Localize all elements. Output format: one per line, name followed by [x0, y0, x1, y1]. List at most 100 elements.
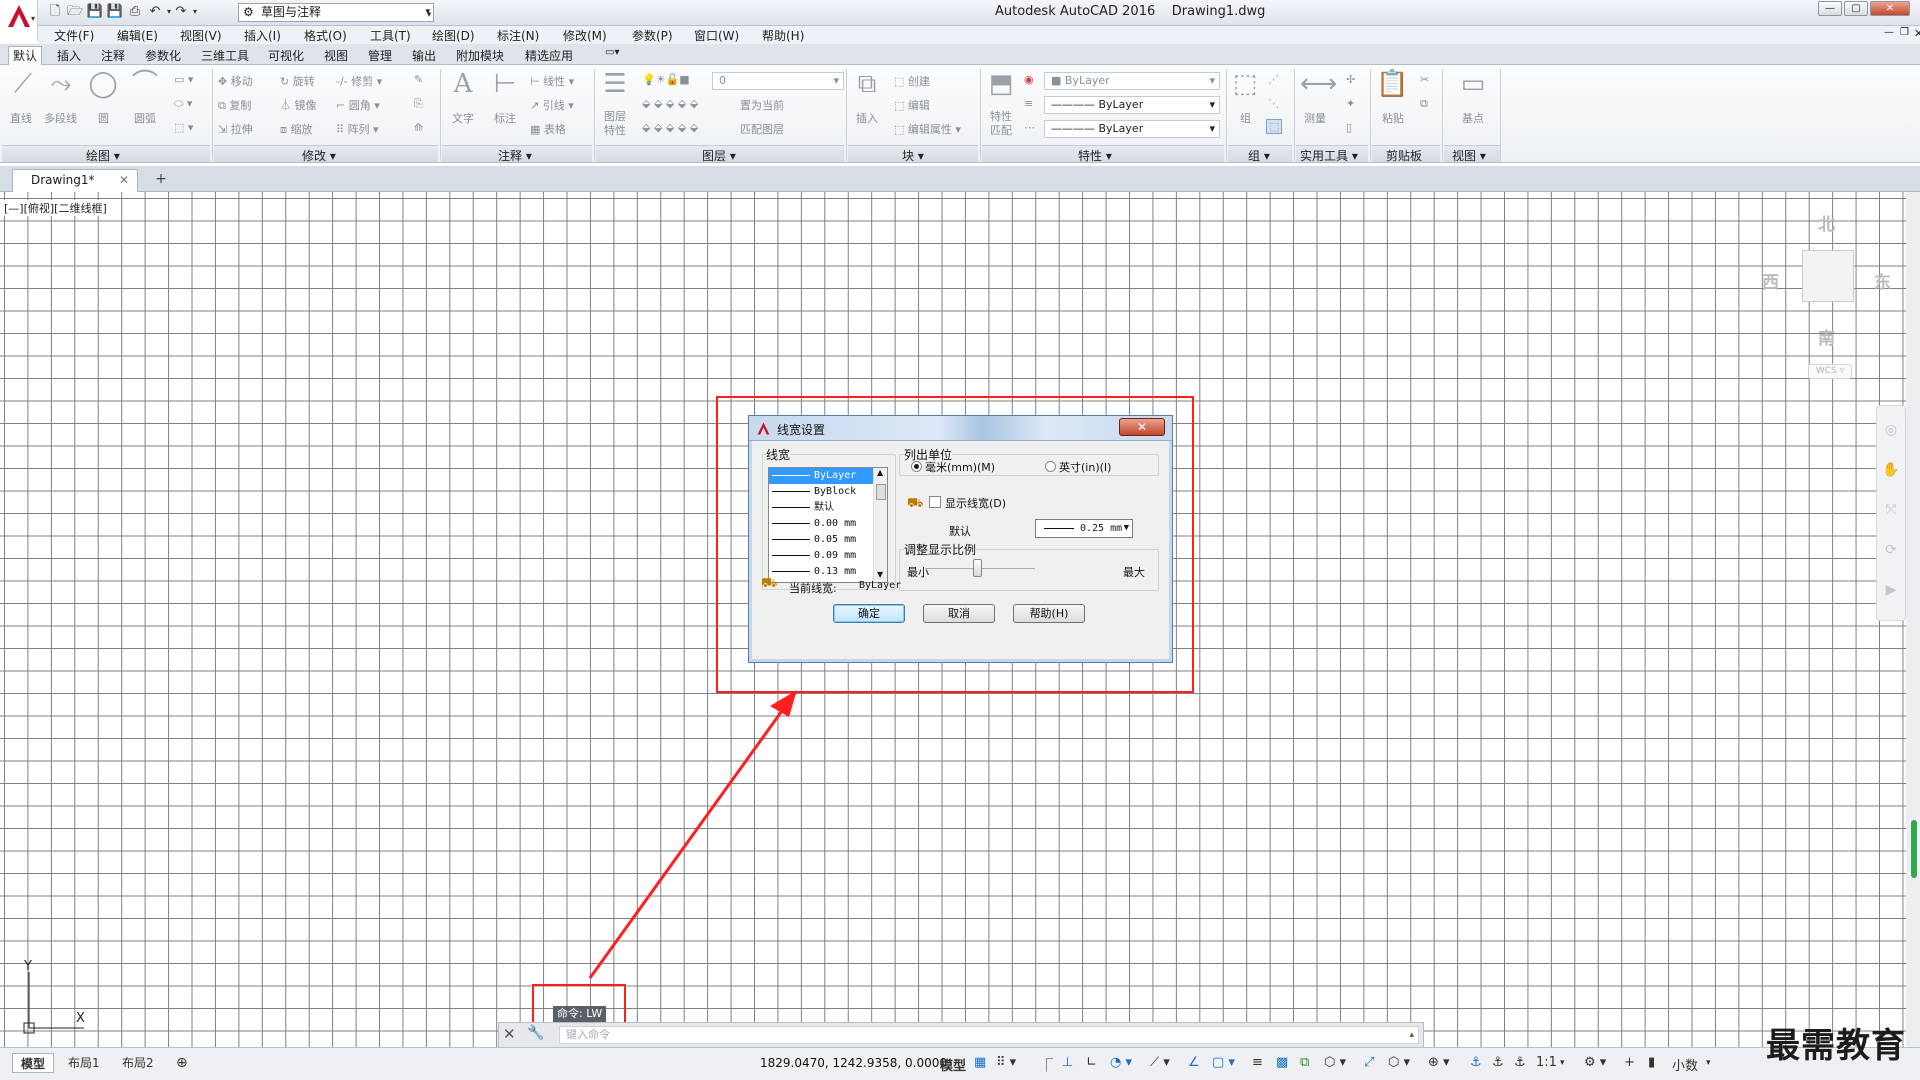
command-input[interactable]: 键入命令 ▴: [559, 1026, 1419, 1044]
cut-icon[interactable]: ✂: [1420, 73, 1429, 86]
menu-edit[interactable]: 编辑(E): [117, 27, 158, 44]
tab-parametric[interactable]: 参数化: [145, 47, 181, 64]
panel-clipboard[interactable]: 剪贴板: [1386, 147, 1422, 164]
pan-icon[interactable]: ✋: [1882, 462, 1900, 480]
rectangle-icon[interactable]: ▭ ▾: [174, 73, 193, 86]
panel-draw[interactable]: 绘图 ▾: [86, 147, 120, 164]
chevron-down-icon[interactable]: ▾: [1706, 1058, 1711, 1068]
measure-icon[interactable]: ⟷: [1300, 69, 1337, 99]
selection-cycling-icon[interactable]: ⧉: [1300, 1055, 1309, 1070]
tab-layout2[interactable]: 布局2: [114, 1053, 162, 1073]
menu-view[interactable]: 视图(V): [180, 27, 222, 44]
layer-state-icons[interactable]: 💡☀🔓■: [642, 73, 690, 86]
base-point-label[interactable]: 基点: [1462, 110, 1484, 126]
doc-close-icon[interactable]: ✕: [1914, 27, 1920, 40]
measure-tool-label[interactable]: 测量: [1304, 110, 1326, 126]
tab-visualize[interactable]: 可视化: [268, 47, 304, 64]
edit-block-tool[interactable]: ⬚ 编辑: [894, 97, 930, 113]
zoom-extents-icon[interactable]: ⤧: [1882, 502, 1900, 520]
polar-icon[interactable]: ◔ ▾: [1110, 1055, 1132, 1070]
new-file-icon[interactable]: 🗋: [46, 3, 64, 21]
group-select-icon[interactable]: ⬚: [1266, 119, 1283, 134]
linetype-dropdown[interactable]: ———— ByLayer ▾: [1044, 120, 1220, 138]
minimize-button[interactable]: —: [1818, 1, 1842, 16]
vertical-scrollbar[interactable]: [1906, 192, 1920, 1047]
menu-tools[interactable]: 工具(T): [370, 27, 411, 44]
dynamic-input-icon[interactable]: ⊥: [1062, 1055, 1073, 1070]
lineweight-dropdown[interactable]: ———— ByLayer ▾: [1044, 96, 1220, 114]
units-value[interactable]: 小数: [1672, 1055, 1698, 1074]
close-icon[interactable]: ✕: [503, 1025, 516, 1043]
panel-utilities[interactable]: 实用工具 ▾: [1300, 147, 1358, 164]
transparency-icon[interactable]: ▩: [1276, 1055, 1288, 1070]
edit-attributes-tool[interactable]: ⬚ 编辑属性 ▾: [894, 121, 961, 137]
dimension-tool-label[interactable]: 标注: [494, 110, 516, 126]
viewcube-north[interactable]: 北: [1818, 210, 1835, 235]
tab-layout1[interactable]: 布局1: [60, 1053, 108, 1073]
stretch-tool[interactable]: ⇲ 拉伸: [218, 121, 253, 137]
menu-window[interactable]: 窗口(W): [694, 27, 739, 44]
circle-icon[interactable]: ◯: [88, 69, 118, 99]
menu-draw[interactable]: 绘图(D): [432, 27, 475, 44]
new-tab-icon[interactable]: +: [152, 171, 170, 189]
wcs-menu[interactable]: WCS ▿: [1808, 364, 1852, 379]
arc-icon[interactable]: ⌒: [130, 69, 160, 99]
hatch-icon[interactable]: ⬭ ▾: [174, 97, 192, 111]
save-icon[interactable]: 💾: [86, 3, 104, 21]
infer-icon[interactable]: ⎾: [1040, 1055, 1053, 1074]
offset-icon[interactable]: ⟰: [414, 121, 423, 134]
panel-annotation[interactable]: 注释 ▾: [498, 147, 532, 164]
linear-tool[interactable]: ⊢ 线性 ▾: [530, 73, 574, 89]
maximize-button[interactable]: ▢: [1844, 1, 1868, 16]
panel-block[interactable]: 块 ▾: [902, 147, 924, 164]
3d-osnap-icon[interactable]: ⬡ ▾: [1324, 1055, 1346, 1070]
color-dropdown[interactable]: ■ ByLayer ▾: [1044, 72, 1220, 90]
viewcube-west[interactable]: 西: [1762, 268, 1779, 293]
viewcube-south[interactable]: 南: [1818, 324, 1835, 349]
panel-modify[interactable]: 修改 ▾: [302, 147, 336, 164]
group-edit-icon[interactable]: ⋱: [1268, 97, 1279, 110]
scroll-thumb[interactable]: [1911, 820, 1917, 878]
close-icon[interactable]: ✕: [119, 170, 129, 190]
match-properties-label[interactable]: 特性匹配: [990, 110, 1016, 138]
wrench-icon[interactable]: 🔧: [527, 1025, 544, 1041]
array-tool[interactable]: ⠿ 阵列 ▾: [336, 121, 379, 137]
annotation-monitor-icon[interactable]: +: [1624, 1055, 1635, 1070]
fillet-tool[interactable]: ⌐ 圆角 ▾: [336, 97, 380, 113]
insert-block-label[interactable]: 插入: [856, 110, 878, 126]
panel-groups[interactable]: 组 ▾: [1248, 147, 1270, 164]
mirror-tool[interactable]: ⏃ 镜像: [280, 97, 317, 113]
gizmo-icon[interactable]: ⊕ ▾: [1428, 1055, 1450, 1070]
paste-tool-label[interactable]: 粘贴: [1382, 110, 1404, 126]
layer-tools-row-icons[interactable]: ⬙ ⬙ ⬙ ⬙ ⬙: [642, 97, 698, 110]
annotation-scale-icon[interactable]: ⚓: [1514, 1055, 1526, 1070]
linetype-icon[interactable]: ⋯: [1024, 121, 1035, 134]
polyline-icon[interactable]: ⤳: [46, 69, 76, 99]
chevron-down-icon[interactable]: ▾: [1560, 1058, 1565, 1068]
selection-filter-icon[interactable]: ⬡ ▾: [1388, 1055, 1410, 1070]
workspace-selector[interactable]: ⚙ 草图与注释 ▾: [238, 3, 434, 22]
line-icon[interactable]: ⟋: [8, 69, 38, 99]
tab-output[interactable]: 输出: [412, 47, 436, 64]
tab-featured-apps[interactable]: 精选应用: [525, 47, 573, 64]
osnap-icon[interactable]: ▢ ▾: [1212, 1055, 1235, 1070]
menu-help[interactable]: 帮助(H): [762, 27, 804, 44]
calculator-icon[interactable]: ▯: [1346, 121, 1352, 134]
tab-addins[interactable]: 附加模块: [456, 47, 504, 64]
ribbon-toggle-icon[interactable]: ▭▾: [605, 47, 619, 58]
lineweight-icon[interactable]: ≡: [1024, 97, 1033, 110]
doc-minimize-icon[interactable]: —: [1884, 27, 1894, 38]
line-tool-label[interactable]: 直线: [10, 110, 32, 126]
tab-manage[interactable]: 管理: [368, 47, 392, 64]
menu-insert[interactable]: 插入(I): [244, 27, 281, 44]
tab-drawing1[interactable]: Drawing1* ✕: [12, 169, 138, 192]
explode-icon[interactable]: ⎘: [414, 97, 423, 111]
polyline-tool-label[interactable]: 多段线: [44, 110, 77, 126]
lineweight-toggle-icon[interactable]: ≡: [1252, 1055, 1263, 1070]
text-icon[interactable]: A: [448, 69, 478, 99]
viewcube-east[interactable]: 东: [1874, 268, 1891, 293]
coordinates-readout[interactable]: 1829.0470, 1242.9358, 0.0000: [760, 1056, 947, 1070]
quick-select-icon[interactable]: ✦: [1346, 97, 1355, 110]
match-layer-tool[interactable]: 匹配图层: [740, 121, 784, 137]
scale-tool[interactable]: ⧈ 缩放: [280, 121, 313, 137]
